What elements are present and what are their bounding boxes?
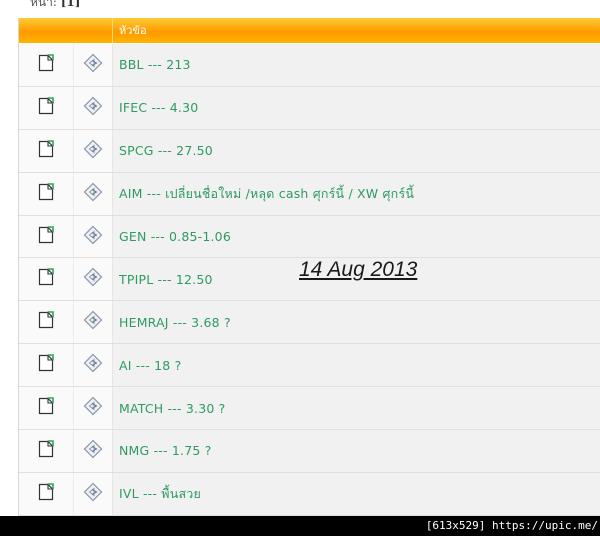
topic-link[interactable]: BBL --- 213 xyxy=(119,57,191,72)
table-row: SPCG --- 27.50 xyxy=(19,129,600,173)
status-icon-cell xyxy=(73,430,113,472)
date-annotation: 14 Aug 2013 xyxy=(299,258,418,281)
header-title[interactable]: หัวข้อ xyxy=(113,18,600,43)
topic-title-cell: SPCG --- 27.50 xyxy=(113,129,600,172)
table-row: AI --- 18 ? xyxy=(19,344,600,388)
topic-link[interactable]: NMG --- 1.75 ? xyxy=(119,443,212,458)
file-icon xyxy=(38,440,54,462)
topic-status-icon xyxy=(83,396,103,420)
table-row: HEMRAJ --- 3.68 ? xyxy=(19,301,600,345)
table-row: BBL --- 213 xyxy=(19,44,600,87)
topic-status-icon xyxy=(83,53,103,77)
file-icon xyxy=(38,54,54,76)
file-icon xyxy=(38,139,54,162)
file-icon xyxy=(38,483,54,505)
table-header: หัวข้อ xyxy=(19,18,600,44)
topic-status-icon xyxy=(83,182,103,206)
file-icon xyxy=(38,182,54,205)
file-icon xyxy=(38,354,54,376)
file-icon-cell xyxy=(19,301,73,344)
topic-link[interactable]: GEN --- 0.85-1.06 xyxy=(119,229,231,244)
file-icon xyxy=(38,311,54,333)
table-row: AIM --- เปลี่ยนชื่อใหม่ /หลุด cash ศุกร์… xyxy=(19,172,600,216)
topic-status-icon xyxy=(83,439,103,463)
topic-status-icon xyxy=(83,267,103,291)
topic-link[interactable]: SPCG --- 27.50 xyxy=(119,143,213,158)
file-icon-cell xyxy=(19,44,73,86)
file-icon xyxy=(38,225,54,248)
topic-status-icon xyxy=(83,96,103,120)
status-icon-cell xyxy=(73,172,113,215)
pagination-label: หน้า: xyxy=(30,0,57,9)
pagination-current-page[interactable]: [1] xyxy=(61,0,81,9)
status-icon-cell xyxy=(73,387,113,430)
topic-status-icon xyxy=(83,139,103,163)
file-icon-cell xyxy=(19,129,73,172)
topic-title-cell: BBL --- 213 xyxy=(113,44,600,86)
status-icon-cell xyxy=(73,86,113,129)
table-row: GEN --- 0.85-1.06 xyxy=(19,215,600,259)
table-row: MATCH --- 3.30 ? xyxy=(19,387,600,431)
file-icon-cell xyxy=(19,344,73,387)
topic-link[interactable]: AIM --- เปลี่ยนชื่อใหม่ /หลุด cash ศุกร์… xyxy=(119,184,414,204)
file-icon xyxy=(38,268,54,290)
topic-title-cell: GEN --- 0.85-1.06 xyxy=(113,215,600,258)
status-icon-cell xyxy=(73,472,113,515)
table-row: NMG --- 1.75 ? xyxy=(19,430,600,473)
file-icon xyxy=(38,397,54,419)
file-icon-cell xyxy=(19,86,73,129)
file-icon-cell xyxy=(19,430,73,472)
topic-link[interactable]: IFEC --- 4.30 xyxy=(119,100,198,115)
topic-title-cell: AIM --- เปลี่ยนชื่อใหม่ /หลุด cash ศุกร์… xyxy=(113,172,600,215)
image-host-watermark: [613x529] https://upic.me/ xyxy=(425,519,598,532)
table-row: IVL --- พื้นสวย xyxy=(19,472,600,516)
file-icon-cell xyxy=(19,387,73,430)
topic-title-cell: IFEC --- 4.30 xyxy=(113,86,600,129)
file-icon-cell xyxy=(19,172,73,215)
topic-status-icon xyxy=(83,482,103,506)
topic-link[interactable]: MATCH --- 3.30 ? xyxy=(119,401,226,416)
topic-link[interactable]: AI --- 18 ? xyxy=(119,358,181,373)
topic-status-icon xyxy=(83,353,103,377)
file-icon-cell xyxy=(19,472,73,515)
status-icon-cell xyxy=(73,215,113,258)
pagination: หน้า: [1] xyxy=(30,0,81,9)
header-icon-column xyxy=(19,18,113,43)
status-icon-cell xyxy=(73,258,113,301)
status-icon-cell xyxy=(73,344,113,387)
topic-title-cell: NMG --- 1.75 ? xyxy=(113,430,600,472)
topic-title-cell: IVL --- พื้นสวย xyxy=(113,472,600,515)
file-icon xyxy=(38,97,54,119)
topic-link[interactable]: IVL --- พื้นสวย xyxy=(119,484,201,504)
topic-link[interactable]: TPIPL --- 12.50 xyxy=(119,272,213,287)
file-icon-cell xyxy=(19,258,73,301)
table-row: IFEC --- 4.30 xyxy=(19,86,600,130)
status-icon-cell xyxy=(73,301,113,344)
topic-title-cell: HEMRAJ --- 3.68 ? xyxy=(113,301,600,344)
status-icon-cell xyxy=(73,129,113,172)
topic-link[interactable]: HEMRAJ --- 3.68 ? xyxy=(119,315,231,330)
file-icon-cell xyxy=(19,215,73,258)
status-icon-cell xyxy=(73,44,113,86)
topic-status-icon xyxy=(83,225,103,249)
topic-title-cell: MATCH --- 3.30 ? xyxy=(113,387,600,430)
screenshot-frame: หน้า: [1] หัวข้อ BBL --- 213 IFEC --- 4.3… xyxy=(0,0,600,516)
topic-status-icon xyxy=(83,310,103,334)
topic-title-cell: AI --- 18 ? xyxy=(113,344,600,387)
